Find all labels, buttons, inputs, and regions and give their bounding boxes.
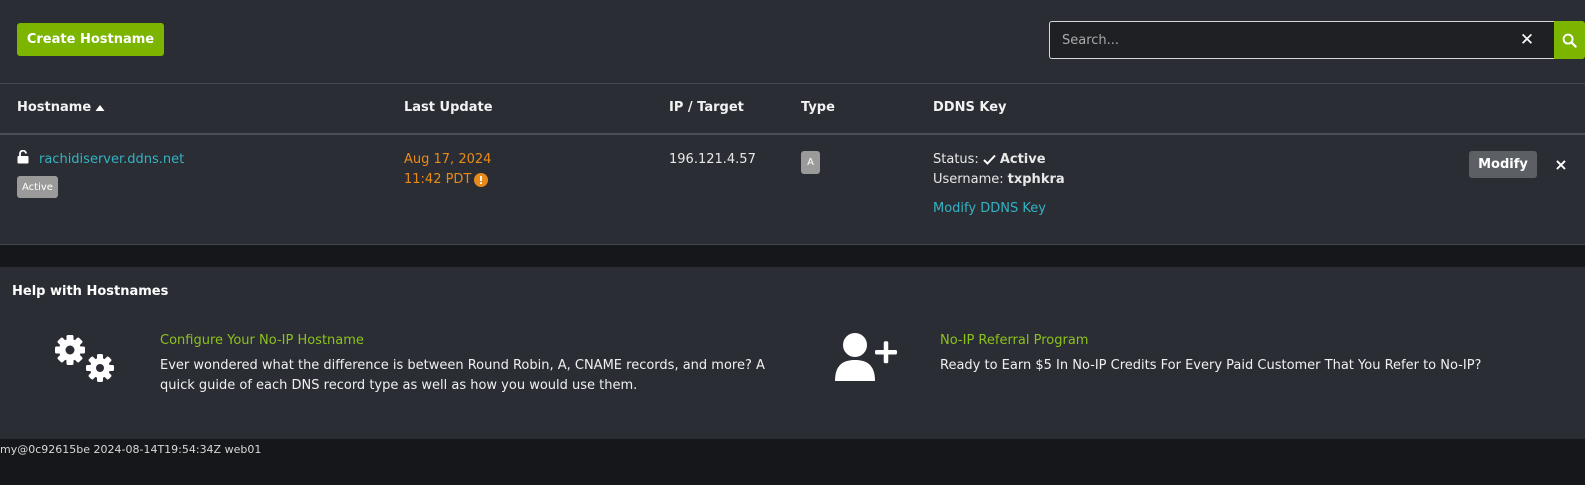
create-hostname-button[interactable]: Create Hostname (17, 23, 164, 56)
ip-target-value: 196.121.4.57 (669, 152, 756, 167)
column-header-label: Hostname (17, 100, 92, 115)
column-header-last-update[interactable]: Last Update (404, 100, 493, 115)
column-header-label: Last Update (404, 100, 493, 115)
ddns-username-label: Username: (933, 172, 1004, 187)
warning-icon[interactable] (474, 172, 489, 187)
ddns-username-value: txphkra (1007, 172, 1065, 187)
table-bottom-divider (0, 244, 1585, 245)
column-header-label: Type (801, 100, 835, 115)
clear-search-icon[interactable]: ✕ (1517, 21, 1537, 59)
sort-ascending-icon (95, 104, 105, 111)
help-title: Help with Hostnames (12, 284, 169, 299)
record-type-badge: A (801, 151, 820, 174)
hostname-status-badge: Active (17, 176, 58, 198)
column-header-ddns-key[interactable]: DDNS Key (933, 100, 1007, 115)
help-item-referral-heading[interactable]: No-IP Referral Program (940, 333, 1088, 348)
column-header-type[interactable]: Type (801, 100, 835, 115)
search-icon (1562, 33, 1577, 48)
search-button[interactable] (1554, 21, 1585, 59)
modify-ddns-key-link[interactable]: Modify DDNS Key (933, 201, 1046, 216)
gears-icon (55, 335, 114, 382)
table-header-divider (0, 133, 1585, 135)
help-item-configure-heading[interactable]: Configure Your No-IP Hostname (160, 333, 364, 348)
ddns-status: Status: Active (933, 152, 1046, 167)
modify-button[interactable]: Modify (1469, 151, 1537, 178)
help-item-referral-text: Ready to Earn $5 In No-IP Credits For Ev… (940, 358, 1482, 373)
ddns-status-label: Status: (933, 152, 979, 167)
last-update-time: 11:42 PDT (404, 172, 472, 187)
help-item-configure-text-line1: Ever wondered what the difference is bet… (160, 358, 765, 373)
hostnames-panel: Create Hostname ✕ Hostname Last Update I… (0, 0, 1585, 245)
search-input[interactable] (1049, 21, 1554, 59)
column-header-label: DDNS Key (933, 100, 1007, 115)
hostname-link[interactable]: rachidiserver.ddns.net (39, 152, 184, 167)
delete-hostname-icon[interactable]: × (1553, 153, 1569, 175)
last-update-time-wrap: 11:42 PDT (404, 172, 489, 187)
column-header-hostname[interactable]: Hostname (17, 100, 105, 115)
search-bar: ✕ (1049, 21, 1585, 59)
ddns-status-value: Active (999, 152, 1046, 167)
unlocked-icon (17, 150, 29, 164)
last-update-date: Aug 17, 2024 (404, 152, 492, 167)
help-item-configure-text-line2: quick guide of each DNS record type as w… (160, 378, 638, 393)
column-header-label: IP / Target (669, 100, 744, 115)
help-panel: Help with Hostnames Configure Your No-IP… (0, 267, 1585, 439)
build-info-footer: my@0c92615be 2024-08-14T19:54:34Z web01 (0, 443, 262, 456)
user-plus-icon (835, 333, 897, 381)
ddns-username: Username: txphkra (933, 172, 1065, 187)
table-top-divider (0, 83, 1585, 84)
column-header-ip-target[interactable]: IP / Target (669, 100, 744, 115)
checkmark-icon (983, 154, 996, 165)
